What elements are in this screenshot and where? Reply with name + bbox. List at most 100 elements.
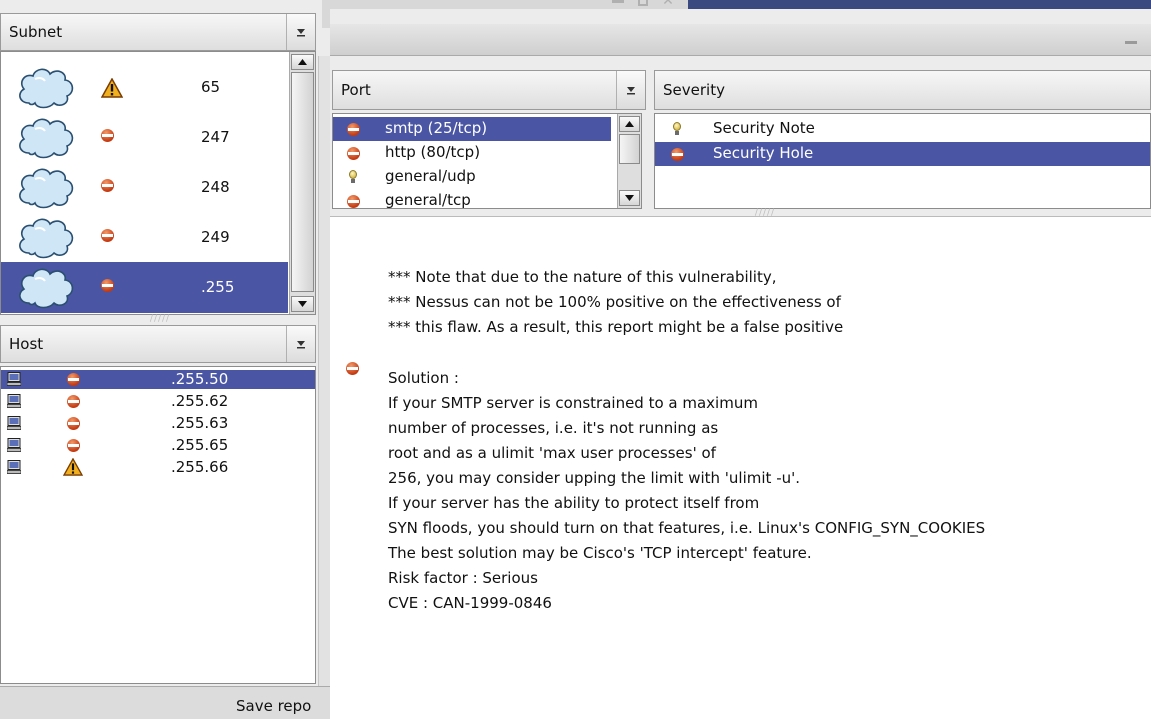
host-dropdown-button[interactable] <box>286 326 315 362</box>
host-severity <box>67 394 80 412</box>
subnet-item[interactable]: .255 <box>1 262 288 313</box>
subnet-severity <box>101 178 114 196</box>
port-dropdown-button[interactable] <box>616 71 645 109</box>
subnet-label: 248 <box>201 178 230 196</box>
report-line: Risk factor : Serious <box>388 569 538 587</box>
subnet-item[interactable]: 249 <box>1 212 288 263</box>
scroll-up-button[interactable] <box>291 54 314 70</box>
subnet-dropdown-button[interactable] <box>286 14 315 50</box>
severity-header[interactable]: Severity <box>654 70 1151 110</box>
pane-divider[interactable] <box>318 56 330 719</box>
subnet-severity <box>101 228 114 246</box>
computer-icon <box>7 460 21 474</box>
severity-rows: Security Note Security Hole <box>655 117 1150 177</box>
port-scrollbar[interactable] <box>617 114 641 208</box>
chevron-down-icon <box>297 341 305 349</box>
security-hole-icon <box>101 179 114 192</box>
host-header-label: Host <box>9 335 44 353</box>
port-item[interactable]: general/udp <box>333 165 611 189</box>
report-solution-block[interactable]: Solution : If your SMTP server is constr… <box>388 366 985 616</box>
computer-icon <box>7 416 21 430</box>
host-item[interactable]: .255.50 <box>1 370 315 389</box>
subnet-label: .255 <box>201 278 235 296</box>
arrow-down-icon <box>625 195 634 201</box>
host-item[interactable]: .255.66 <box>1 458 315 477</box>
port-label: http (80/tcp) <box>385 143 481 161</box>
status-bar: Save repo <box>0 686 330 719</box>
port-label: general/udp <box>385 167 476 185</box>
subnet-item[interactable]: 248 <box>1 162 288 213</box>
port-severity <box>347 146 360 164</box>
titlebar-active <box>688 0 1151 9</box>
report-line: *** this flaw. As a result, this report … <box>388 318 844 336</box>
severity-icon <box>671 147 684 165</box>
top-bar-left <box>322 0 330 28</box>
security-hole-icon <box>67 417 80 430</box>
security-hole-icon <box>347 195 360 208</box>
port-header-label: Port <box>341 81 371 99</box>
severity-resize-grip[interactable]: ///// <box>740 208 790 218</box>
host-header[interactable]: Host <box>0 325 316 363</box>
subnet-severity <box>101 128 114 146</box>
subnet-header[interactable]: Subnet <box>0 13 316 51</box>
host-item[interactable]: .255.62 <box>1 392 315 411</box>
arrow-down-icon <box>298 301 307 307</box>
chevron-down-icon <box>627 87 635 95</box>
report-line: If your server has the ability to protec… <box>388 494 760 512</box>
host-severity <box>67 372 80 390</box>
save-report-button[interactable]: Save repo <box>236 697 311 715</box>
window-titlebar: ✕ <box>330 0 1151 9</box>
network-cloud-icon <box>19 68 74 109</box>
subnet-label: 65 <box>201 78 221 96</box>
report-line: CVE : CAN-1999-0846 <box>388 594 552 612</box>
port-header[interactable]: Port <box>332 70 646 110</box>
subnet-resize-grip[interactable]: ///// <box>140 314 180 324</box>
host-label: .255.50 <box>171 370 229 388</box>
port-item[interactable]: smtp (25/tcp) <box>333 117 611 141</box>
subnet-list[interactable]: 65 247 248 249 .255 <box>0 51 316 315</box>
subnet-severity <box>101 278 114 296</box>
severity-label: Security Note <box>713 119 815 137</box>
report-line: root and as a ulimit 'max user processes… <box>388 444 716 462</box>
scroll-thumb[interactable] <box>291 72 314 292</box>
maximize-icon[interactable] <box>638 0 649 6</box>
network-cloud-icon <box>19 218 74 259</box>
close-icon[interactable]: ✕ <box>662 0 674 8</box>
warning-icon <box>101 78 123 98</box>
host-item[interactable]: .255.65 <box>1 436 315 455</box>
subnet-item[interactable]: 65 <box>1 62 288 113</box>
host-item[interactable]: .255.63 <box>1 414 315 433</box>
port-severity <box>347 194 360 208</box>
report-line: Solution : <box>388 369 459 387</box>
severity-item[interactable]: Security Hole <box>655 142 1150 166</box>
scroll-thumb[interactable] <box>619 134 640 164</box>
report-line: SYN floods, you should turn on that feat… <box>388 519 986 537</box>
network-cloud-icon <box>19 118 74 159</box>
security-hole-icon <box>101 129 114 142</box>
port-label: general/tcp <box>385 191 471 209</box>
scroll-up-button[interactable] <box>619 116 640 132</box>
minimize-icon[interactable] <box>612 0 625 3</box>
host-label: .255.65 <box>171 436 229 454</box>
port-list[interactable]: smtp (25/tcp) http (80/tcp) general/udp gen… <box>332 113 642 209</box>
subnet-severity <box>101 78 123 102</box>
severity-item[interactable]: Security Note <box>655 117 1150 141</box>
computer-icon <box>7 394 21 408</box>
host-label: .255.62 <box>171 392 229 410</box>
subnet-item[interactable]: 247 <box>1 112 288 163</box>
security-note-icon <box>671 122 683 136</box>
port-item[interactable]: general/tcp <box>333 189 611 209</box>
window-controls: ✕ <box>598 0 688 8</box>
security-hole-icon <box>346 362 359 375</box>
scroll-down-button[interactable] <box>619 190 640 206</box>
toolbar-minimize-icon[interactable] <box>1125 41 1137 44</box>
port-item[interactable]: http (80/tcp) <box>333 141 611 165</box>
network-cloud-icon <box>19 168 74 209</box>
severity-list[interactable]: Security Note Security Hole <box>654 113 1151 209</box>
computer-icon <box>7 438 21 452</box>
host-list[interactable]: .255.50 .255.62 .255.63 .255.65 .255.66 <box>0 366 316 684</box>
report-line: If your SMTP server is constrained to a … <box>388 394 758 412</box>
scroll-down-button[interactable] <box>291 296 314 312</box>
security-hole-icon <box>101 229 114 242</box>
subnet-scrollbar[interactable] <box>289 52 315 314</box>
